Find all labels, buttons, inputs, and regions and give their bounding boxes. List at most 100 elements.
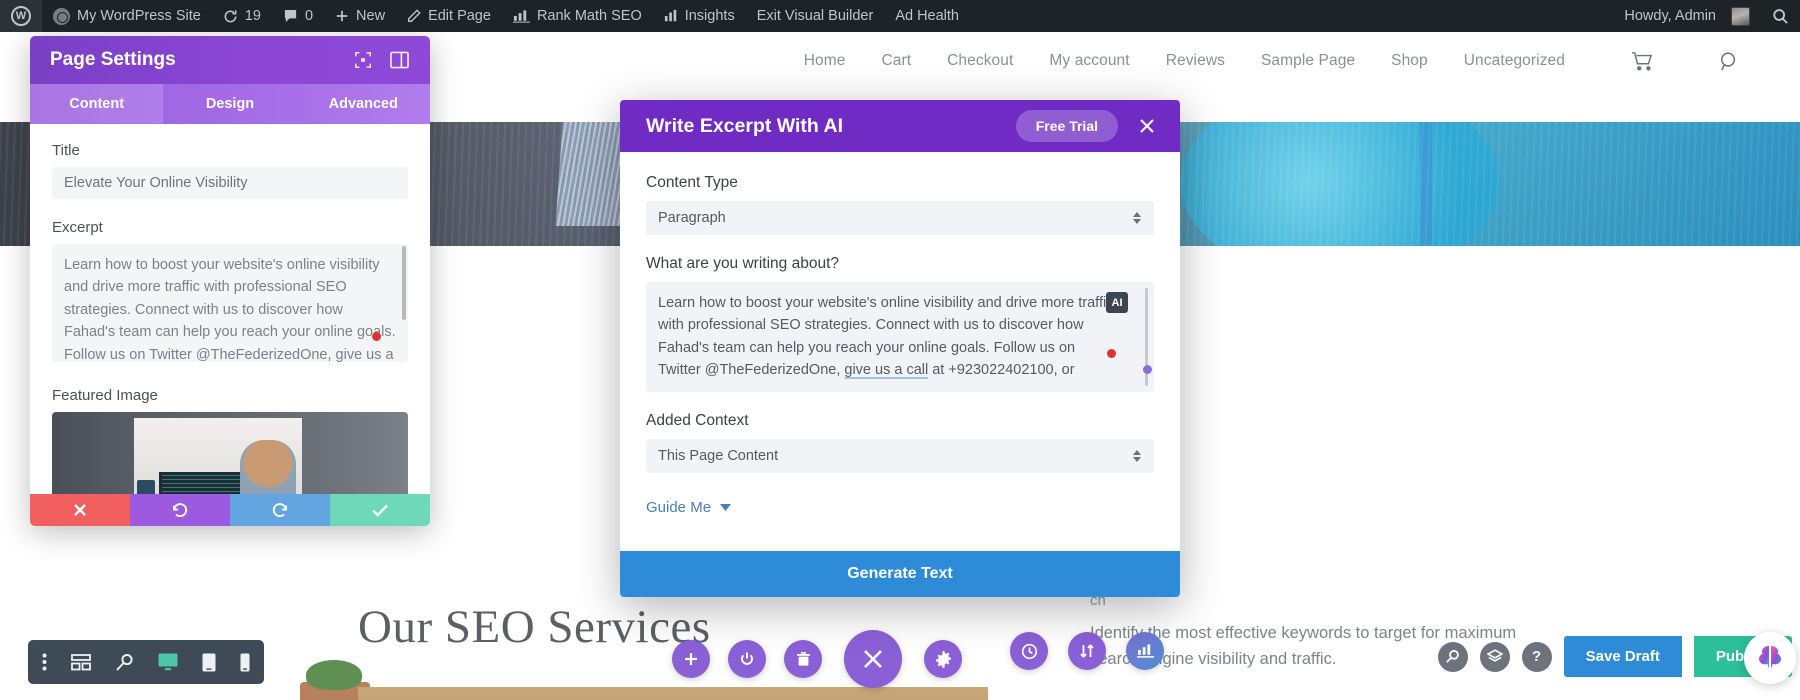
redo-icon bbox=[272, 503, 287, 517]
plus-icon bbox=[336, 10, 348, 22]
search-icon bbox=[1773, 8, 1788, 24]
title-input[interactable] bbox=[52, 167, 408, 199]
discard-changes-button[interactable] bbox=[30, 494, 130, 526]
hero-blue-strip bbox=[1420, 122, 1432, 246]
nav-link-uncategorized[interactable]: Uncategorized bbox=[1464, 52, 1565, 70]
adminbar-comments[interactable]: 0 bbox=[272, 0, 324, 32]
ai-assist-badge[interactable]: AI bbox=[1106, 292, 1128, 313]
site-nav: Home Cart Checkout My account Reviews Sa… bbox=[804, 51, 1740, 72]
close-builder-button[interactable] bbox=[844, 630, 902, 688]
x-icon bbox=[74, 504, 86, 516]
undo-button[interactable] bbox=[130, 494, 230, 526]
rankmath-icon bbox=[512, 10, 530, 23]
site-icon bbox=[53, 7, 70, 25]
excerpt-red-marker bbox=[372, 332, 381, 341]
added-context-select[interactable]: This Page Content bbox=[646, 439, 1154, 473]
undo-icon bbox=[173, 503, 188, 517]
cart-icon[interactable] bbox=[1631, 51, 1653, 71]
nav-link-checkout[interactable]: Checkout bbox=[947, 52, 1013, 70]
adminbar-site-name[interactable]: My WordPress Site bbox=[42, 0, 212, 32]
adminbar-exit-visual-builder[interactable]: Exit Visual Builder bbox=[746, 0, 885, 32]
avatar bbox=[1731, 6, 1750, 26]
tab-design[interactable]: Design bbox=[163, 84, 296, 124]
adminbar-search[interactable] bbox=[1761, 0, 1800, 32]
close-icon[interactable] bbox=[1130, 109, 1164, 143]
add-module-button[interactable] bbox=[672, 640, 710, 678]
comments-icon bbox=[284, 9, 297, 22]
adminbar-edit-page-label: Edit Page bbox=[428, 8, 491, 24]
save-button[interactable] bbox=[330, 494, 430, 526]
power-icon bbox=[741, 652, 753, 665]
nav-link-home[interactable]: Home bbox=[804, 52, 846, 70]
excerpt-textarea[interactable] bbox=[52, 244, 408, 362]
search-icon[interactable] bbox=[1719, 51, 1740, 72]
purple-cursor-dot bbox=[1143, 365, 1152, 374]
nav-link-my-account[interactable]: My account bbox=[1049, 52, 1129, 70]
content-type-select[interactable]: Paragraph bbox=[646, 201, 1154, 235]
guide-me-toggle[interactable]: Guide Me bbox=[646, 499, 1154, 516]
guide-me-label: Guide Me bbox=[646, 499, 712, 516]
adminbar-rank-math[interactable]: Rank Math SEO bbox=[502, 0, 653, 32]
free-trial-button[interactable]: Free Trial bbox=[1015, 110, 1118, 142]
wireframe-icon[interactable] bbox=[71, 653, 91, 671]
redo-button[interactable] bbox=[230, 494, 330, 526]
title-field-label: Title bbox=[52, 142, 80, 159]
adminbar-wp-logo[interactable] bbox=[0, 0, 42, 32]
adminbar-edit-page[interactable]: Edit Page bbox=[396, 0, 502, 32]
expand-icon[interactable] bbox=[352, 49, 374, 71]
rank-math-button[interactable] bbox=[1126, 632, 1164, 670]
adminbar-site-label: My WordPress Site bbox=[77, 8, 201, 24]
page-settings-actions bbox=[30, 494, 430, 526]
layers-icon[interactable] bbox=[1479, 641, 1510, 672]
save-draft-button[interactable]: Save Draft bbox=[1563, 636, 1682, 677]
delete-button[interactable] bbox=[784, 640, 822, 678]
tab-advanced[interactable]: Advanced bbox=[297, 84, 430, 124]
adminbar-ad-health[interactable]: Ad Health bbox=[884, 0, 970, 32]
generate-text-button[interactable]: Generate Text bbox=[620, 551, 1180, 597]
mobile-icon[interactable] bbox=[240, 653, 250, 672]
brain-icon[interactable] bbox=[1744, 632, 1796, 684]
nav-link-reviews[interactable]: Reviews bbox=[1166, 52, 1225, 70]
nav-link-shop[interactable]: Shop bbox=[1391, 52, 1428, 70]
prompt-label: What are you writing about? bbox=[646, 255, 839, 272]
adminbar-new-label: New bbox=[356, 8, 386, 24]
prompt-textarea[interactable]: Learn how to boost your website's online… bbox=[658, 292, 1114, 382]
sort-icon bbox=[1080, 644, 1094, 658]
adminbar-howdy-label: Howdy, Admin bbox=[1624, 8, 1716, 24]
history-icon bbox=[1021, 643, 1037, 659]
power-toggle-button[interactable] bbox=[728, 640, 766, 678]
divi-extra-toolbar bbox=[1010, 632, 1164, 670]
settings-button[interactable] bbox=[924, 640, 962, 678]
pencil-icon bbox=[408, 9, 421, 22]
page-settings-title: Page Settings bbox=[50, 49, 176, 70]
wordpress-logo-icon bbox=[11, 6, 31, 26]
adminbar-howdy[interactable]: Howdy, Admin bbox=[1613, 0, 1761, 32]
layout-columns-icon[interactable] bbox=[388, 49, 410, 71]
wp-admin-bar: My WordPress Site 19 0 New Edit Page bbox=[0, 0, 1800, 32]
nav-link-sample-page[interactable]: Sample Page bbox=[1261, 52, 1355, 70]
content-type-label: Content Type bbox=[646, 174, 738, 191]
excerpt-scrollbar[interactable] bbox=[402, 246, 406, 320]
tablet-icon[interactable] bbox=[202, 653, 216, 672]
zoom-icon[interactable] bbox=[115, 653, 134, 672]
kebab-menu-icon[interactable] bbox=[42, 653, 47, 671]
sort-button[interactable] bbox=[1068, 632, 1106, 670]
history-button[interactable] bbox=[1010, 632, 1048, 670]
trash-icon bbox=[796, 652, 810, 666]
adminbar-updates[interactable]: 19 bbox=[212, 0, 272, 32]
search-icon[interactable] bbox=[1437, 641, 1468, 672]
ai-modal-header: Write Excerpt With AI Free Trial bbox=[620, 100, 1180, 152]
tab-content[interactable]: Content bbox=[30, 84, 164, 124]
nav-link-cart[interactable]: Cart bbox=[881, 52, 911, 70]
divi-left-toolbar bbox=[28, 640, 264, 684]
write-excerpt-ai-modal: Write Excerpt With AI Free Trial Content… bbox=[620, 100, 1180, 597]
adminbar-new[interactable]: New bbox=[324, 0, 396, 32]
help-icon[interactable]: ? bbox=[1521, 641, 1552, 672]
adminbar-updates-count: 19 bbox=[244, 8, 261, 24]
adminbar-insights[interactable]: Insights bbox=[653, 0, 746, 32]
desktop-icon[interactable] bbox=[158, 653, 178, 671]
